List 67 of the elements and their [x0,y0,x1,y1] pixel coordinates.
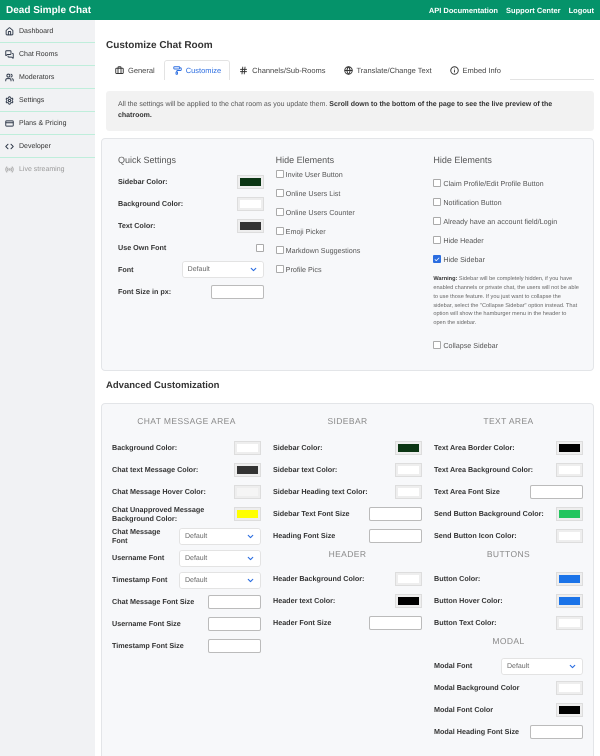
color-swatch[interactable] [557,530,582,542]
color-swatch[interactable] [557,704,582,716]
color-swatch[interactable] [557,442,582,454]
color-swatch[interactable] [396,573,421,586]
color-swatch[interactable] [557,464,582,476]
briefcase-icon [115,66,124,75]
checkbox[interactable] [433,179,442,188]
color-swatch[interactable] [238,220,263,232]
input-field[interactable] [210,284,264,299]
color-swatch[interactable] [557,682,582,694]
home-icon [5,26,14,36]
checkbox[interactable] [433,198,442,206]
checkbox[interactable] [276,227,284,236]
section-title: Advanced Customization [106,380,220,392]
checkbox[interactable] [433,255,442,264]
section-heading: BUTTONS [486,549,532,560]
section-heading: HEADER [328,549,368,560]
color-swatch[interactable] [557,573,582,586]
page-title: Customize Chat Room [106,40,214,51]
section-heading: SIDEBAR [326,416,369,426]
input-field[interactable] [208,617,261,632]
checkbox[interactable] [276,189,284,198]
section-heading: MODAL [491,636,526,646]
color-swatch[interactable] [396,595,421,608]
checkbox[interactable] [433,341,442,350]
color-swatch[interactable] [396,464,421,476]
color-swatch[interactable] [235,486,260,498]
checkbox[interactable] [276,170,284,178]
globe-icon [344,66,352,75]
color-swatch[interactable] [557,595,582,608]
color-swatch[interactable] [557,617,582,630]
brand-name: Dead Simple Chat [6,4,92,16]
input-field[interactable] [369,507,422,522]
input-field[interactable] [208,595,261,610]
column-title: Hide Elements [276,154,336,165]
color-swatch[interactable] [238,176,263,188]
input-field[interactable] [530,725,583,740]
paint-roller-icon [172,66,182,75]
input-field[interactable] [208,639,261,654]
color-swatch[interactable] [557,508,582,520]
input-field[interactable] [530,485,583,500]
input-field[interactable] [369,616,422,630]
checkbox[interactable] [276,246,284,254]
section-heading: CHAT MESSAGE AREA [136,416,237,426]
color-swatch[interactable] [235,464,260,476]
hash-icon [239,66,248,75]
section-heading: TEXT AREA [482,416,535,426]
chat-bubbles-icon [5,50,14,58]
checkbox[interactable] [433,217,442,226]
checkbox[interactable] [256,244,264,252]
info-icon [450,66,459,75]
column-title: Quick Settings [118,154,178,165]
settings-icon [5,96,14,104]
color-swatch[interactable] [396,442,421,454]
code-icon [5,142,14,150]
checkbox[interactable] [433,236,442,244]
checkbox[interactable] [276,208,284,216]
checkbox[interactable] [276,265,284,274]
color-swatch[interactable] [235,442,260,454]
broadcast-icon [5,165,14,174]
color-swatch[interactable] [235,508,260,520]
people-icon [5,72,14,82]
color-swatch[interactable] [396,486,421,498]
card-icon [5,118,14,128]
column-title: Hide Elements [433,154,493,165]
input-field[interactable] [369,529,422,544]
color-swatch[interactable] [238,198,263,210]
